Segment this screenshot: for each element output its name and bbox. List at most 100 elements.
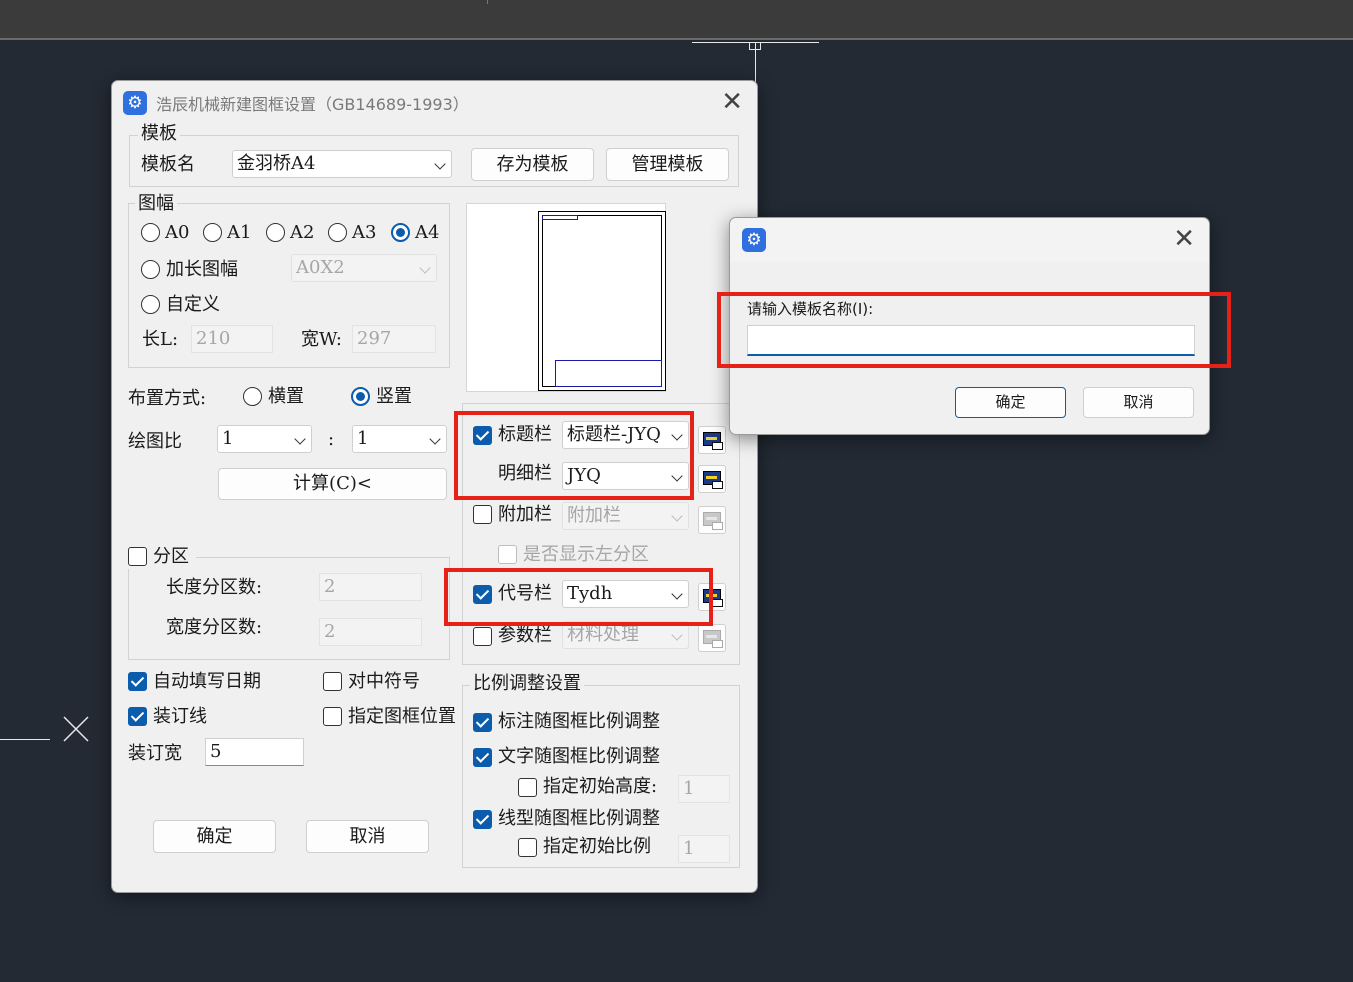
highlight-box-title-detail	[454, 411, 694, 500]
template-name-combo[interactable]: 金羽桥A4	[232, 150, 452, 178]
width-zones-label: 宽度分区数:	[166, 617, 263, 638]
binoculars-icon	[712, 599, 723, 607]
manage-template-button[interactable]: 管理模板	[606, 148, 729, 181]
init-scale-checkbox[interactable]	[518, 838, 537, 857]
radio-a0-label: A0	[165, 222, 190, 243]
binding-line-label: 装订线	[153, 706, 207, 727]
cancel-button[interactable]: 取消	[306, 820, 429, 853]
layout-label: 布置方式:	[128, 388, 207, 409]
name-ok-button[interactable]: 确定	[955, 387, 1066, 418]
scale-right-combo[interactable]: 1	[352, 425, 447, 453]
param-value: 材料处理	[567, 624, 639, 645]
binoculars-icon	[712, 442, 723, 450]
scale-settings-rows: 标注随图框比例调整 文字随图框比例调整 指定初始高度: 线型随图框比例调整 指定…	[464, 701, 667, 861]
frame-position-label: 指定图框位置	[348, 706, 456, 727]
radio-horizontal[interactable]	[243, 387, 262, 406]
ucs-line-left	[0, 739, 50, 740]
close-icon[interactable]: ✕	[721, 89, 743, 115]
center-mark-checkbox[interactable]	[323, 672, 342, 691]
show-left-zone-label: 是否显示左分区	[523, 544, 649, 565]
preview-code-box	[542, 215, 578, 220]
auto-date-label: 自动填写日期	[153, 671, 261, 692]
paper-size-legend: 图幅	[135, 194, 177, 214]
calculate-button[interactable]: 计算(C)<	[218, 468, 447, 500]
binoculars-icon	[712, 481, 723, 489]
radio-extended-label: 加长图幅	[166, 259, 238, 280]
init-height-checkbox[interactable]	[518, 778, 537, 797]
extra-pick-button[interactable]	[698, 506, 726, 534]
radio-a1[interactable]	[203, 223, 222, 242]
extended-size-value: A0X2	[296, 257, 345, 278]
extended-size-combo[interactable]: A0X2	[291, 254, 437, 282]
scale-left-combo[interactable]: 1	[217, 425, 312, 453]
scale-left-value: 1	[222, 428, 234, 449]
binding-width-field[interactable]: 5	[205, 738, 304, 766]
radio-a4[interactable]	[391, 223, 410, 242]
chevron-down-icon	[294, 433, 306, 445]
name-cancel-button[interactable]: 取消	[1083, 387, 1194, 418]
radio-a4-label: A4	[415, 222, 440, 243]
init-scale-field[interactable]: 1	[678, 835, 730, 863]
zones-label: 分区	[153, 546, 189, 567]
zones-checkbox[interactable]	[128, 547, 147, 566]
radio-vertical[interactable]	[351, 387, 370, 406]
title-block-pick-button[interactable]	[698, 426, 726, 454]
binoculars-icon	[712, 522, 723, 530]
dialog-titlebar: ⚙ 浩辰机械新建图框设置（GB14689-1993） ✕	[112, 81, 757, 125]
width-field[interactable]: 297	[352, 325, 436, 353]
length-zones-label: 长度分区数:	[166, 577, 263, 598]
linetype-follow-checkbox[interactable]	[473, 810, 492, 829]
width-zones-field[interactable]: 2	[319, 618, 422, 646]
binding-width-label: 装订宽	[128, 743, 182, 764]
frame-position-checkbox[interactable]	[323, 707, 342, 726]
template-name-label: 模板名	[141, 154, 195, 175]
toolbar-separator	[487, 0, 488, 4]
scale-colon: :	[328, 429, 335, 450]
gear-app-icon: ⚙	[123, 91, 147, 115]
cross-marker-icon	[62, 715, 90, 743]
length-label: 长L:	[142, 329, 179, 350]
ok-button[interactable]: 确定	[153, 820, 276, 853]
binoculars-icon	[712, 640, 723, 648]
linetype-follow-label: 线型随图框比例调整	[498, 808, 660, 829]
param-checkbox[interactable]	[473, 627, 492, 646]
length-field[interactable]: 210	[191, 325, 273, 353]
radio-a3[interactable]	[328, 223, 347, 242]
radio-extended[interactable]	[141, 260, 160, 279]
dialog-title: 浩辰机械新建图框设置（GB14689-1993）	[156, 95, 469, 114]
radio-a2[interactable]	[266, 223, 285, 242]
init-height-label: 指定初始高度:	[543, 776, 658, 797]
radio-vertical-label: 竖置	[376, 386, 412, 407]
init-height-field[interactable]: 1	[678, 775, 730, 803]
extra-combo[interactable]: 附加栏	[562, 502, 689, 530]
show-left-zone-checkbox[interactable]	[498, 545, 517, 564]
center-mark-label: 对中符号	[348, 671, 420, 692]
length-zones-field[interactable]: 2	[319, 573, 422, 601]
auto-date-checkbox[interactable]	[128, 672, 147, 691]
frame-preview	[466, 203, 666, 392]
highlight-box-code	[444, 568, 713, 626]
binding-line-checkbox[interactable]	[128, 707, 147, 726]
close-icon[interactable]: ✕	[1173, 226, 1195, 252]
radio-a0[interactable]	[141, 223, 160, 242]
text-follow-label: 文字随图框比例调整	[498, 746, 660, 767]
template-name-value: 金羽桥A4	[237, 153, 316, 174]
detail-pick-button[interactable]	[698, 465, 726, 493]
scale-right-value: 1	[357, 428, 369, 449]
name-dialog-titlebar: ⚙ ✕	[730, 218, 1209, 262]
cad-top-toolbar	[0, 0, 1353, 40]
extra-checkbox[interactable]	[473, 505, 492, 524]
preview-title-block	[555, 360, 662, 387]
width-label: 宽W:	[301, 329, 343, 350]
gear-app-icon: ⚙	[742, 228, 766, 252]
param-pick-button[interactable]	[698, 624, 726, 652]
chevron-down-icon	[671, 629, 683, 641]
radio-custom[interactable]	[141, 295, 160, 314]
text-follow-checkbox[interactable]	[473, 748, 492, 767]
crosshair-pickbox	[749, 42, 761, 50]
dim-follow-checkbox[interactable]	[473, 713, 492, 732]
frame-settings-dialog: ⚙ 浩辰机械新建图框设置（GB14689-1993） ✕ 模板 模板名 金羽桥A…	[111, 80, 758, 893]
chevron-down-icon	[434, 158, 446, 170]
highlight-box-name-input	[717, 292, 1231, 368]
save-template-button[interactable]: 存为模板	[471, 148, 594, 181]
